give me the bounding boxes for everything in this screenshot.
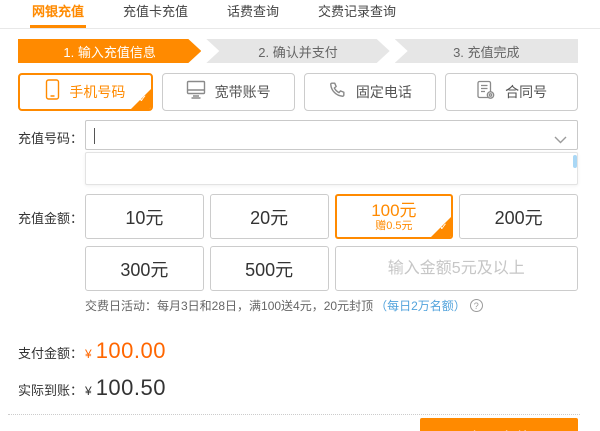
account-type-row: 手机号码 ✓ 宽带账号 固定电话 — [18, 73, 578, 111]
selected-check-icon: ✓ — [131, 89, 151, 109]
promo-note: 交费日活动：每月3日和28日，满100送4元，20元封顶 （每日2万名额） ? — [85, 297, 578, 314]
recharge-number-label: 充值号码： — [18, 120, 85, 185]
type-mobile-number-button[interactable]: 手机号码 ✓ — [18, 73, 153, 111]
type-label: 手机号码 — [69, 82, 125, 102]
tab-bill-query[interactable]: 话费查询 — [225, 0, 281, 28]
amount-20-button[interactable]: 20元 — [210, 194, 329, 239]
payment-amount-row: 支付金额： ¥ 100.00 — [18, 338, 578, 364]
payment-amount-value: 100.00 — [96, 338, 166, 364]
custom-amount-input[interactable] — [335, 246, 579, 291]
amount-200-button[interactable]: 200元 — [459, 194, 578, 239]
tab-card-recharge[interactable]: 充值卡充值 — [121, 0, 190, 28]
tab-payment-record-query[interactable]: 交费记录查询 — [316, 0, 398, 28]
monitor-icon — [186, 80, 206, 104]
actual-credit-value: 100.50 — [96, 375, 166, 401]
step-2-confirm-pay: 2. 确认并支付 — [206, 39, 389, 63]
amount-label: 20元 — [250, 204, 288, 230]
type-label: 合同号 — [505, 82, 547, 102]
tab-online-bank-recharge[interactable]: 网银充值 — [30, 0, 86, 28]
text-caret — [94, 128, 95, 144]
currency-symbol: ¥ — [85, 347, 92, 361]
amount-10-button[interactable]: 10元 — [85, 194, 204, 239]
amount-options-grid: 10元 20元 100元 赠0.5元 ✓ 200元 300元 500元 — [85, 194, 578, 291]
amount-label: 200元 — [495, 204, 543, 230]
amount-100-button[interactable]: 100元 赠0.5元 ✓ — [335, 194, 454, 239]
recharge-number-input[interactable] — [86, 121, 577, 149]
help-icon[interactable]: ? — [470, 299, 483, 312]
currency-symbol: ¥ — [85, 384, 92, 398]
number-suggestion-dropdown[interactable] — [85, 152, 578, 185]
step-indicator: 1. 输入充值信息 2. 确认并支付 3. 充值完成 — [18, 39, 578, 63]
type-contract-number-button[interactable]: 合同号 — [445, 73, 578, 111]
recharge-page: 网银充值 充值卡充值 话费查询 交费记录查询 1. 输入充值信息 2. 确认并支… — [0, 0, 600, 431]
amount-label: 100元 — [371, 201, 416, 221]
amount-300-button[interactable]: 300元 — [85, 246, 204, 291]
phone-icon — [328, 80, 347, 104]
type-fixed-line-button[interactable]: 固定电话 — [304, 73, 437, 111]
recharge-number-box — [85, 120, 578, 150]
type-broadband-button[interactable]: 宽带账号 — [162, 73, 295, 111]
promo-note-text: 交费日活动：每月3日和28日，满100送4元，20元封顶 — [85, 297, 373, 314]
recharge-amount-label: 充值金额： — [18, 194, 85, 314]
promo-quota-link[interactable]: （每日2万名额） — [375, 297, 466, 314]
amount-label: 500元 — [245, 256, 293, 282]
step-3-complete: 3. 充值完成 — [395, 39, 578, 63]
dropdown-scrollbar[interactable] — [573, 155, 577, 168]
step-1-enter-info: 1. 输入充值信息 — [18, 39, 201, 63]
actual-credit-label: 实际到账： — [18, 380, 85, 399]
chevron-down-icon[interactable] — [554, 131, 567, 149]
actual-credit-row: 实际到账： ¥ 100.50 — [18, 375, 578, 401]
recharge-now-button[interactable]: 立即充值 — [420, 418, 578, 431]
amount-label: 300元 — [120, 256, 168, 282]
type-label: 宽带账号 — [215, 82, 271, 102]
payment-amount-label: 支付金额： — [18, 343, 85, 362]
amount-500-button[interactable]: 500元 — [210, 246, 329, 291]
type-label: 固定电话 — [356, 82, 412, 102]
selected-check-icon: ✓ — [431, 217, 451, 237]
smartphone-icon — [45, 79, 60, 105]
recharge-amount-row: 充值金额： 10元 20元 100元 赠0.5元 ✓ 200元 300元 — [18, 194, 578, 314]
dotted-divider — [8, 414, 580, 415]
amount-label: 10元 — [125, 204, 163, 230]
amount-bonus-label: 赠0.5元 — [375, 220, 412, 232]
contract-icon — [476, 80, 496, 105]
top-tab-bar: 网银充值 充值卡充值 话费查询 交费记录查询 — [0, 0, 600, 29]
recharge-number-row: 充值号码： — [18, 120, 578, 185]
